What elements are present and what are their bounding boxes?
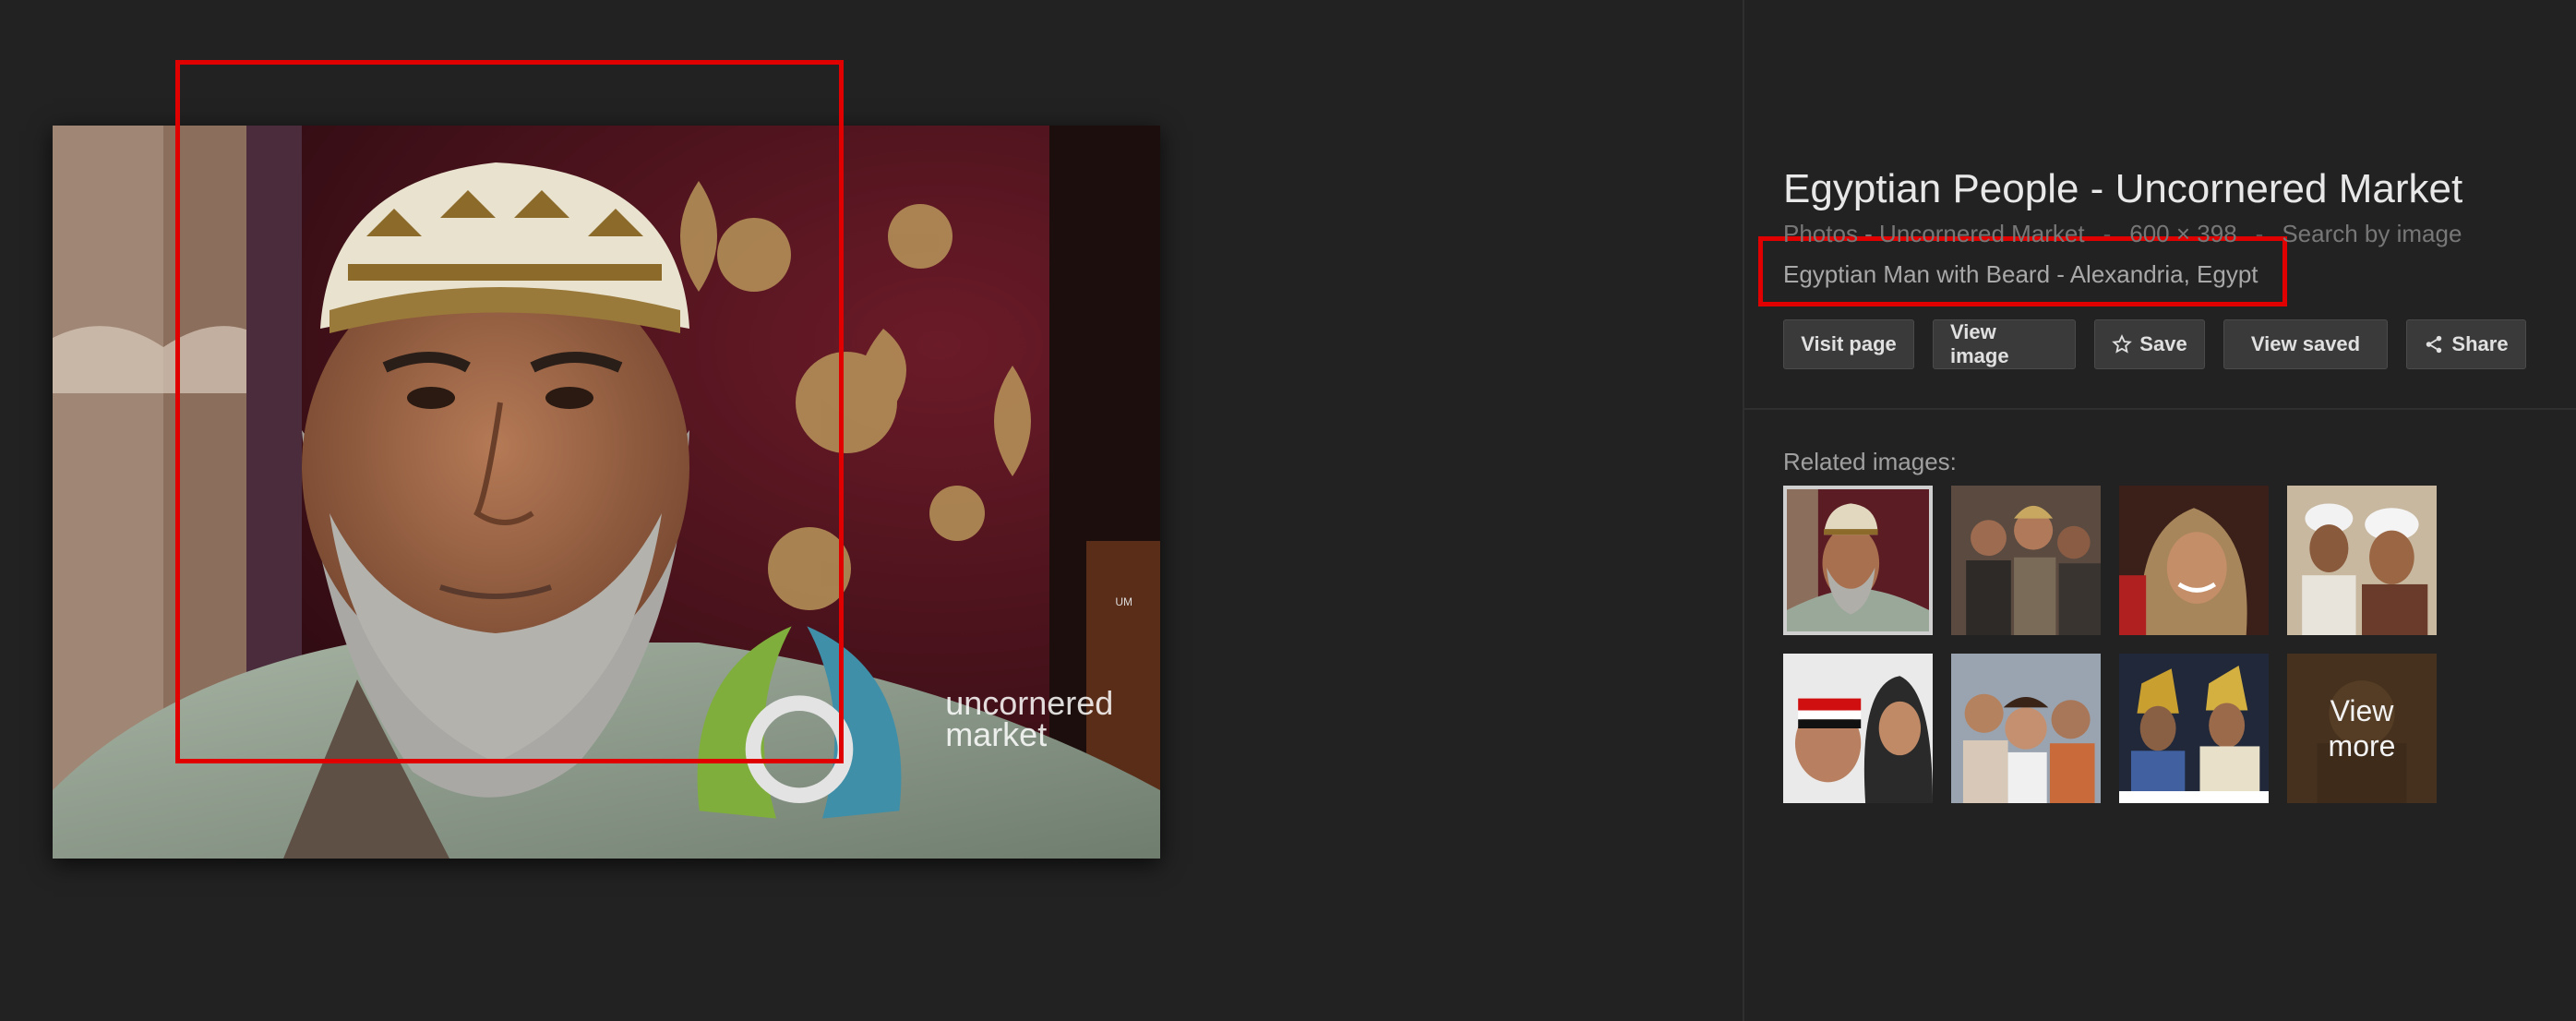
related-thumb-view-more[interactable]: View more: [2287, 654, 2437, 803]
related-thumb-pharaoh-costumes[interactable]: [2119, 654, 2269, 803]
watermark-line2: market: [945, 715, 1048, 753]
action-bar: Visit page View image Save View saved Sh…: [1783, 319, 2526, 369]
star-icon: [2112, 334, 2133, 354]
view-more-line2: more: [2328, 729, 2396, 763]
view-image-label: View image: [1950, 320, 2009, 367]
thumb-image: [1783, 654, 1933, 803]
watermark-mark: UM: [1115, 595, 1132, 609]
share-icon: [2426, 335, 2442, 354]
panel-divider: [1744, 408, 2576, 410]
meta-source[interactable]: Photos - Uncornered Market: [1783, 220, 2085, 248]
info-panel: Egyptian People - Uncornered Market Phot…: [1743, 0, 2576, 1021]
thumb-image: [1787, 489, 1929, 631]
related-thumb-man-with-beard[interactable]: [1783, 486, 1933, 635]
image-caption: Egyptian Man with Beard - Alexandria, Eg…: [1783, 260, 2258, 288]
share-button[interactable]: Share: [2406, 319, 2526, 369]
uncornered-market-logo-icon: [697, 626, 902, 820]
related-thumb-group-people[interactable]: [1951, 486, 2101, 635]
related-thumb-girls-smiling[interactable]: [1951, 654, 2101, 803]
image-viewer: uncornered market UM Egyptian People - U…: [0, 0, 2576, 1021]
visit-page-label: Visit page: [1801, 332, 1897, 355]
meta-dimensions: 600 × 398: [2129, 220, 2237, 247]
save-button[interactable]: Save: [2094, 319, 2205, 369]
view-saved-button[interactable]: View saved: [2223, 319, 2388, 369]
thumb-image: [1951, 654, 2101, 803]
visit-page-button[interactable]: Visit page: [1783, 319, 1914, 369]
related-thumb-woman-headscarf[interactable]: [2119, 486, 2269, 635]
watermark-text: uncornered market: [945, 683, 1114, 753]
related-images-grid: View more: [1783, 486, 2437, 803]
image-meta: Photos - Uncornered Market - 600 × 398 -…: [1783, 220, 2462, 248]
thumb-image: [1951, 486, 2101, 635]
view-image-button[interactable]: View image: [1933, 319, 2076, 369]
view-more-line1: View: [2330, 694, 2394, 727]
thumb-image: [2119, 486, 2269, 635]
meta-separator: -: [2103, 220, 2112, 247]
related-thumb-children-flag[interactable]: [1783, 654, 1933, 803]
view-saved-label: View saved: [2250, 332, 2361, 355]
watermark-line1: uncornered: [945, 683, 1114, 722]
related-thumb-men-turbans[interactable]: [2287, 486, 2437, 635]
watermark: uncornered market UM: [661, 595, 1132, 842]
thumb-image: [2287, 486, 2437, 635]
search-by-image-link[interactable]: Search by image: [2282, 220, 2462, 248]
main-photo[interactable]: uncornered market UM: [53, 126, 1160, 859]
meta-separator: -: [2255, 220, 2264, 247]
view-more-overlay[interactable]: View more: [2287, 654, 2437, 803]
related-images-label: Related images:: [1783, 448, 1957, 475]
thumb-image: [2119, 654, 2269, 803]
image-title: Egyptian People - Uncornered Market: [1783, 166, 2463, 211]
save-label: Save: [2139, 332, 2187, 355]
share-label: Share: [2451, 332, 2509, 355]
